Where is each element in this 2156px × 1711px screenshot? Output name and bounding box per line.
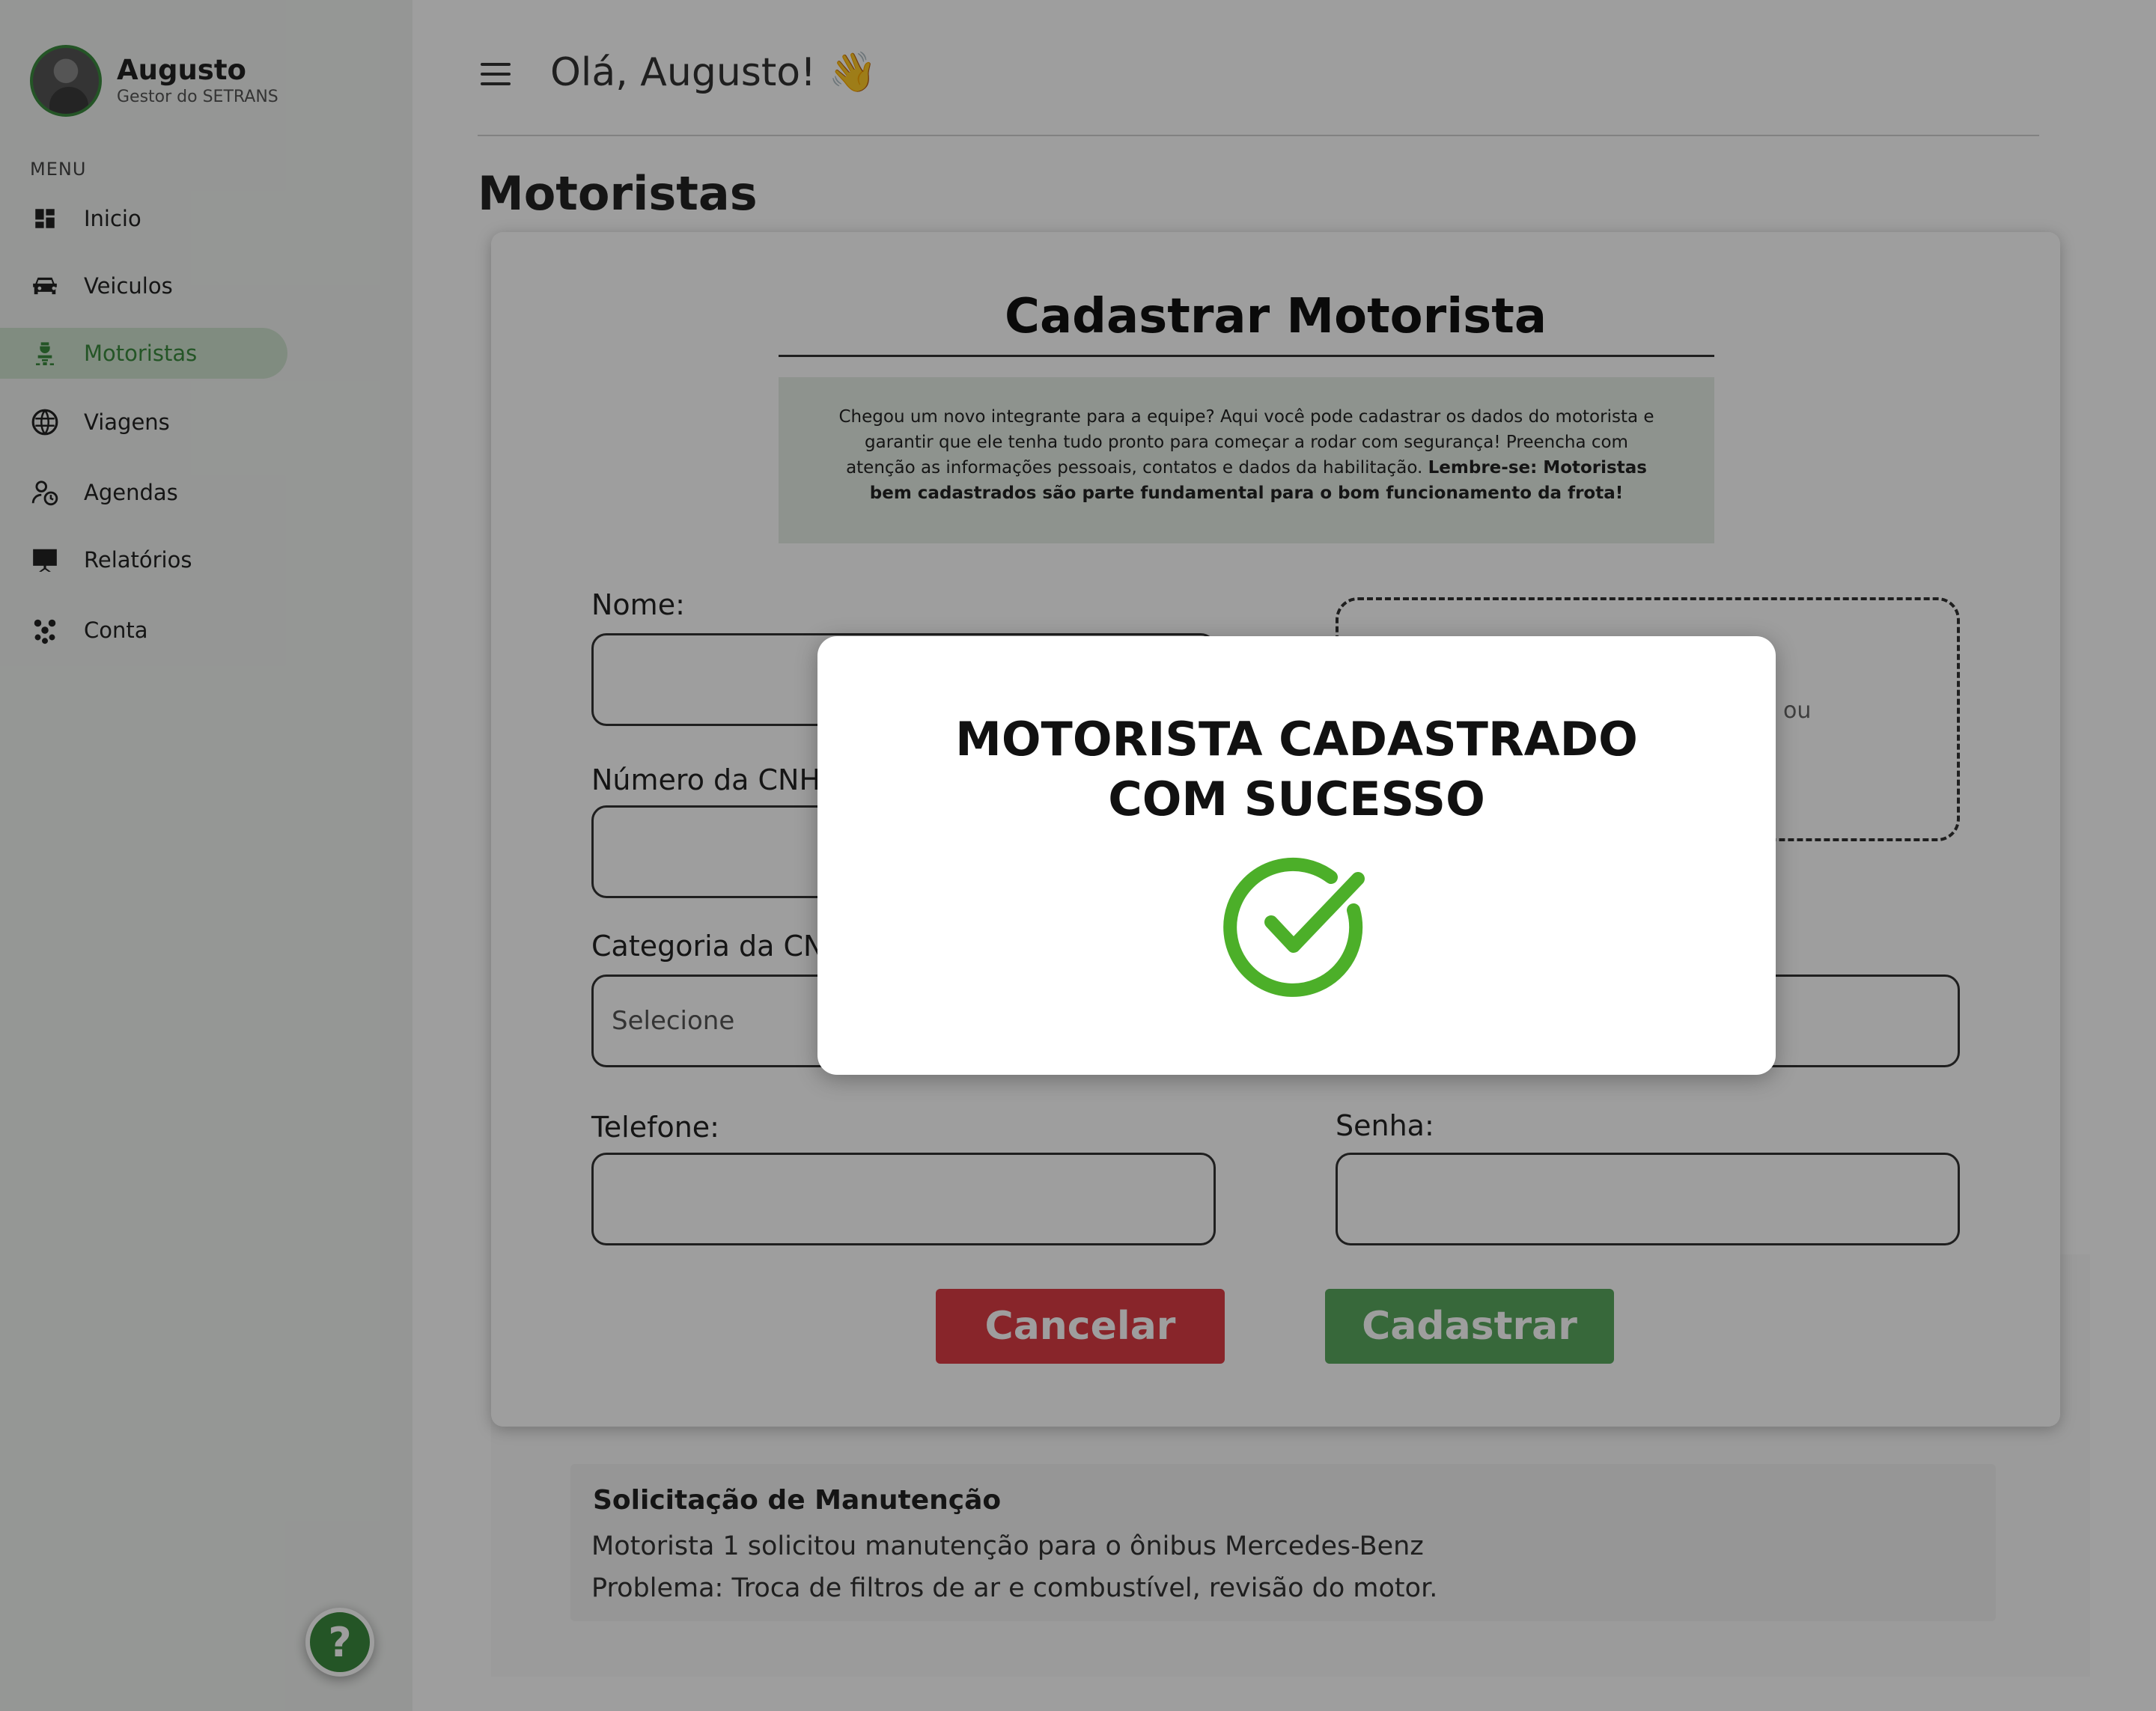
- check-circle-icon: [1223, 857, 1365, 997]
- success-message: MOTORISTA CADASTRADO COM SUCESSO: [817, 710, 1776, 829]
- success-message-line1: MOTORISTA CADASTRADO: [955, 712, 1638, 766]
- success-message-line2: COM SUCESSO: [1108, 772, 1485, 826]
- success-modal: MOTORISTA CADASTRADO COM SUCESSO: [817, 636, 1776, 1075]
